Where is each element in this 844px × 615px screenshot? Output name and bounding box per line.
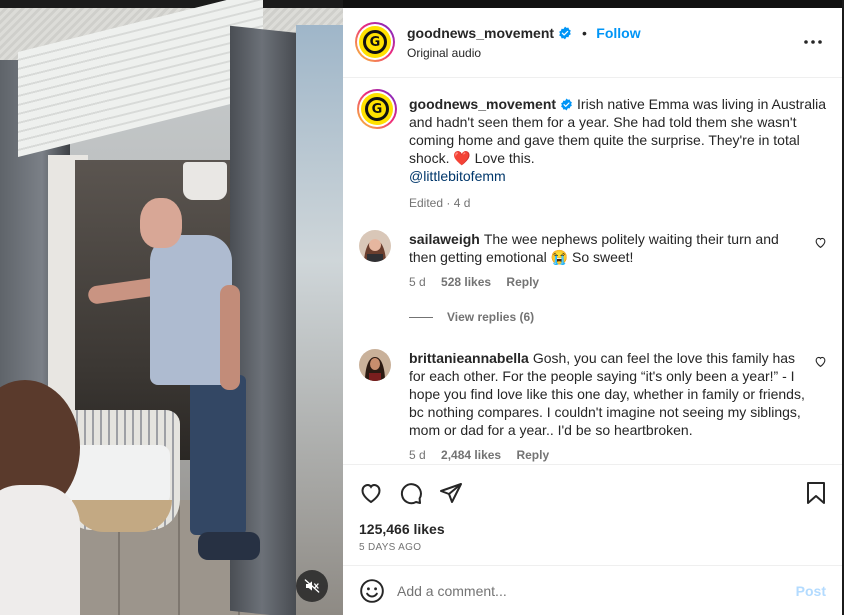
comment-age: 5 d xyxy=(409,275,426,289)
post-header: G goodnews_movement • Follow Original au… xyxy=(343,8,842,78)
speaker-muted-icon xyxy=(304,579,320,593)
post-comment-button[interactable]: Post xyxy=(796,583,826,599)
basket-blanket xyxy=(64,445,170,505)
reply-button[interactable]: Reply xyxy=(516,448,549,462)
comment-bubble-icon xyxy=(400,483,422,505)
caption-username[interactable]: goodnews_movement xyxy=(409,96,556,112)
like-button[interactable] xyxy=(357,479,385,507)
share-button[interactable] xyxy=(437,479,465,507)
audio-link[interactable]: Original audio xyxy=(407,46,481,60)
commenter-avatar[interactable] xyxy=(359,349,391,381)
person-body xyxy=(0,485,80,615)
add-comment-bar: Post xyxy=(343,565,842,615)
comment-text-block: sailaweigh The wee nephews politely waiti… xyxy=(409,230,809,266)
view-replies-label: View replies (6) xyxy=(447,310,535,324)
author-username[interactable]: goodnews_movement xyxy=(407,25,554,41)
save-button[interactable] xyxy=(802,479,830,507)
comment-age: 5 d xyxy=(409,448,426,462)
view-replies-button[interactable]: View replies (6) xyxy=(409,310,534,324)
comment-input[interactable] xyxy=(397,578,777,604)
post-panel: G goodnews_movement • Follow Original au… xyxy=(343,8,842,615)
comment-meta: 5 d 2,484 likes Reply xyxy=(409,448,561,462)
header-separator: • xyxy=(581,25,587,41)
logo-letter: G xyxy=(363,30,387,54)
comment-text-block: brittanieannabella Gosh, you can feel the… xyxy=(409,349,809,439)
emoji-icon[interactable] xyxy=(359,578,385,604)
heart-icon xyxy=(361,483,381,504)
man-arm-right xyxy=(220,285,240,390)
avatar-photo-icon xyxy=(359,230,391,262)
like-comment-heart-icon[interactable] xyxy=(814,236,827,249)
caption-avatar[interactable]: G xyxy=(357,89,397,129)
post-date[interactable]: 5 DAYS AGO xyxy=(359,542,421,553)
verified-badge-icon xyxy=(561,98,572,111)
mute-button[interactable] xyxy=(296,570,328,602)
paper-plane-icon xyxy=(440,483,462,503)
reply-button[interactable]: Reply xyxy=(506,275,539,289)
avatar-photo-icon xyxy=(359,349,391,381)
window-right xyxy=(296,25,343,615)
comments-section[interactable]: G goodnews_movement Irish native Emma wa… xyxy=(343,79,842,463)
video-top-strip xyxy=(0,0,343,8)
logo-letter: G xyxy=(365,97,389,121)
ceiling-lamp xyxy=(183,162,227,200)
commenter-avatar[interactable] xyxy=(359,230,391,262)
post-video[interactable] xyxy=(0,0,343,615)
man-shoes xyxy=(198,532,260,560)
author-avatar[interactable]: G xyxy=(355,22,395,62)
comment-username[interactable]: brittanieannabella xyxy=(409,350,529,366)
caption-text-block: goodnews_movement Irish native Emma was … xyxy=(409,95,827,212)
comment-username[interactable]: sailaweigh xyxy=(409,231,480,247)
follow-button[interactable]: Follow xyxy=(596,25,640,41)
comment-likes[interactable]: 528 likes xyxy=(441,275,491,289)
header-user-line: goodnews_movement • Follow xyxy=(407,25,641,43)
man-jeans xyxy=(190,375,246,535)
verified-badge-icon xyxy=(559,26,572,40)
like-comment-heart-icon[interactable] xyxy=(814,355,827,368)
goodnews-logo: G xyxy=(361,93,393,125)
caption-edited: Edited · 4 d xyxy=(409,196,471,210)
comment-button[interactable] xyxy=(397,479,425,507)
more-dots-icon xyxy=(804,40,822,44)
action-bar: 125,466 likes 5 DAYS AGO xyxy=(343,464,842,560)
more-options-button[interactable] xyxy=(802,32,824,52)
replies-divider-line xyxy=(409,317,433,319)
bookmark-icon xyxy=(807,482,825,504)
comment-meta: 5 d 528 likes Reply xyxy=(409,275,551,289)
caption-mention[interactable]: @littlebitofemm xyxy=(409,168,506,184)
comment-likes[interactable]: 2,484 likes xyxy=(441,448,501,462)
man-head xyxy=(140,198,182,248)
goodnews-logo: G xyxy=(359,26,391,58)
likes-count[interactable]: 125,466 likes xyxy=(359,521,445,537)
